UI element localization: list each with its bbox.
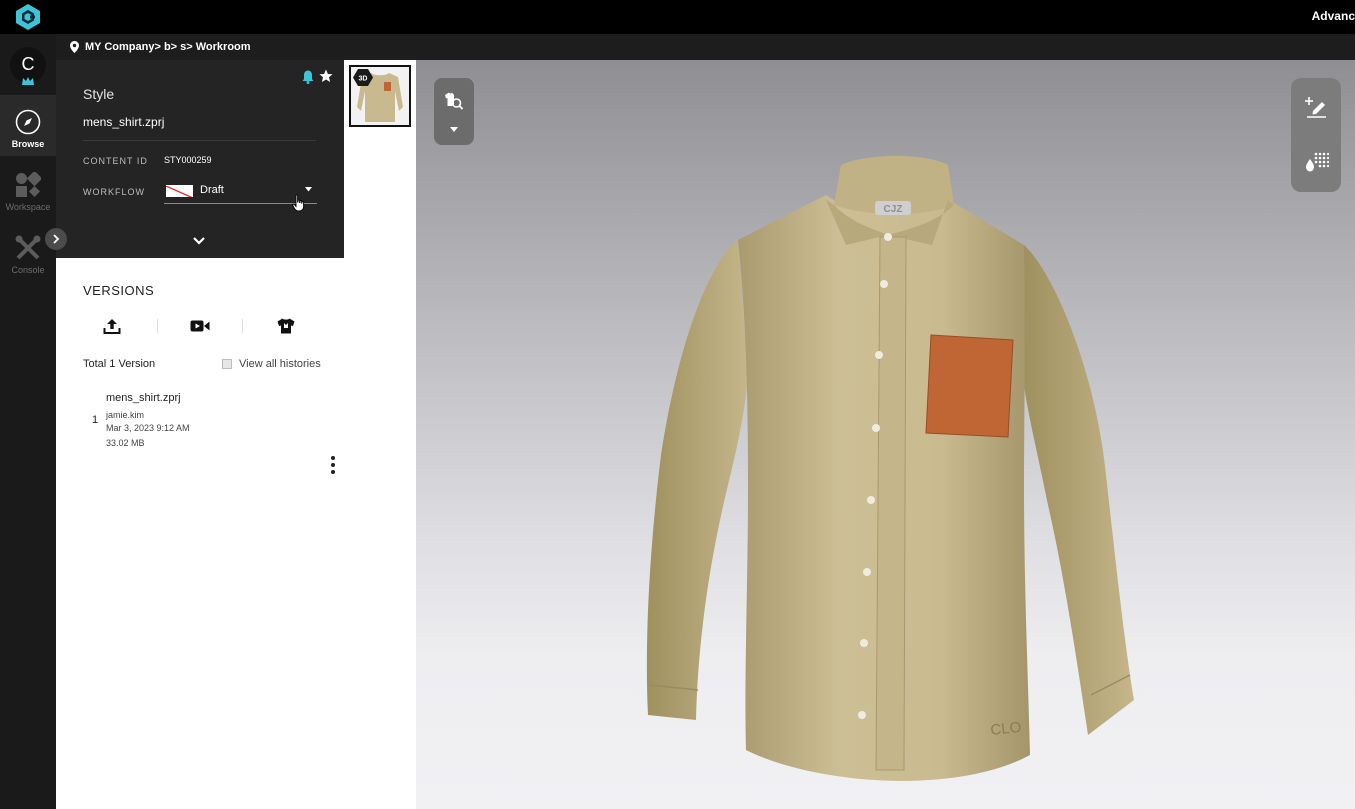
divider: [83, 140, 316, 141]
thumbnail-strip: 3D: [344, 60, 416, 809]
style-file-name: mens_shirt.zprj: [83, 115, 165, 129]
breadcrumb: MY Company> b> s> Workroom: [56, 34, 1355, 60]
kebab-dot-icon: [331, 463, 335, 467]
app-root: Advanc C Browse Workspace Console MY Com…: [0, 0, 1355, 809]
rail-item-workspace[interactable]: Workspace: [0, 159, 56, 219]
viewer-view-toolbar: [434, 78, 474, 145]
breadcrumb-path[interactable]: MY Company> b> s> Workroom: [85, 41, 251, 53]
version-size: 33.02 MB: [106, 438, 145, 448]
hem-logo: CLO: [990, 719, 1022, 739]
caret-down-icon: [305, 187, 312, 192]
3d-badge-icon: 3D: [353, 69, 373, 86]
avatar[interactable]: C: [10, 46, 46, 85]
avatar-letter: C: [21, 54, 35, 74]
garment-view-button[interactable]: [257, 314, 315, 338]
rail-label-workspace: Workspace: [5, 202, 51, 212]
panel-title: Style: [83, 86, 115, 102]
record-video-button[interactable]: [171, 314, 229, 338]
upload-version-button[interactable]: [83, 314, 141, 338]
kebab-dot-icon: [331, 456, 335, 460]
style-thumbnail[interactable]: 3D: [349, 65, 411, 127]
draft-status-flag: [166, 185, 193, 197]
total-versions: Total 1 Version: [83, 358, 156, 370]
versions-panel: VERSIONS Total 1 Version View all histor…: [56, 258, 344, 809]
viewer-edit-toolbar: [1291, 78, 1341, 192]
tools-icon: [15, 235, 41, 260]
expand-rail-button[interactable]: [45, 228, 67, 250]
separator: [157, 319, 158, 333]
rail-item-browse[interactable]: Browse: [0, 96, 56, 156]
version-actions: [83, 314, 317, 338]
upload-icon: [103, 319, 121, 334]
colorway-fabric-icon[interactable]: [1305, 151, 1329, 173]
versions-heading: VERSIONS: [83, 283, 155, 298]
version-author: jamie.kim: [106, 410, 145, 420]
clo-logo-icon: [16, 4, 40, 30]
advanced-search-link[interactable]: Advanc: [1312, 9, 1355, 23]
collar-label: CJZ: [884, 204, 903, 215]
garment-inspect-icon[interactable]: [444, 91, 464, 111]
hand-cursor-icon: [292, 194, 305, 212]
app-logo[interactable]: [0, 0, 56, 34]
style-info-panel: Style mens_shirt.zprj CONTENT ID STY0002…: [56, 60, 344, 258]
separator: [242, 319, 243, 333]
version-number: 1: [92, 414, 99, 426]
workspace-icon: [16, 170, 43, 197]
badge-text: 3D: [359, 76, 368, 83]
version-file-name: mens_shirt.zprj: [106, 392, 181, 404]
version-more-menu-button[interactable]: [331, 456, 335, 477]
crown-icon: [22, 76, 34, 85]
add-annotation-icon[interactable]: [1305, 96, 1327, 118]
caret-down-icon[interactable]: [450, 127, 458, 132]
3d-viewer[interactable]: CJZ CLO: [416, 60, 1355, 809]
shirt-icon: [277, 318, 295, 334]
chevron-down-icon[interactable]: [191, 236, 207, 246]
kebab-dot-icon: [331, 470, 335, 474]
content-id-value: STY000259: [164, 155, 212, 165]
left-rail: C Browse Workspace Console: [0, 34, 67, 809]
rail-label-browse: Browse: [11, 139, 45, 149]
location-pin-icon: [70, 41, 79, 53]
workflow-label: WORKFLOW: [83, 187, 145, 197]
version-date: Mar 3, 2023 9:12 AM: [106, 423, 190, 433]
workflow-value: Draft: [200, 184, 224, 196]
compass-icon: [15, 109, 41, 135]
video-camera-icon: [190, 320, 210, 332]
top-bar: Advanc: [0, 0, 1355, 34]
rail-label-console: Console: [11, 265, 45, 275]
star-icon[interactable]: [319, 69, 333, 83]
view-all-histories-toggle[interactable]: View all histories: [222, 358, 321, 370]
bell-icon[interactable]: [302, 70, 314, 84]
3d-shirt-model[interactable]: CJZ CLO: [636, 155, 1136, 795]
avatar-area: C: [0, 34, 56, 96]
content-id-label: CONTENT ID: [83, 156, 148, 166]
view-all-label: View all histories: [239, 358, 321, 370]
view-all-checkbox[interactable]: [222, 359, 232, 369]
chevron-right-icon: [53, 234, 60, 244]
